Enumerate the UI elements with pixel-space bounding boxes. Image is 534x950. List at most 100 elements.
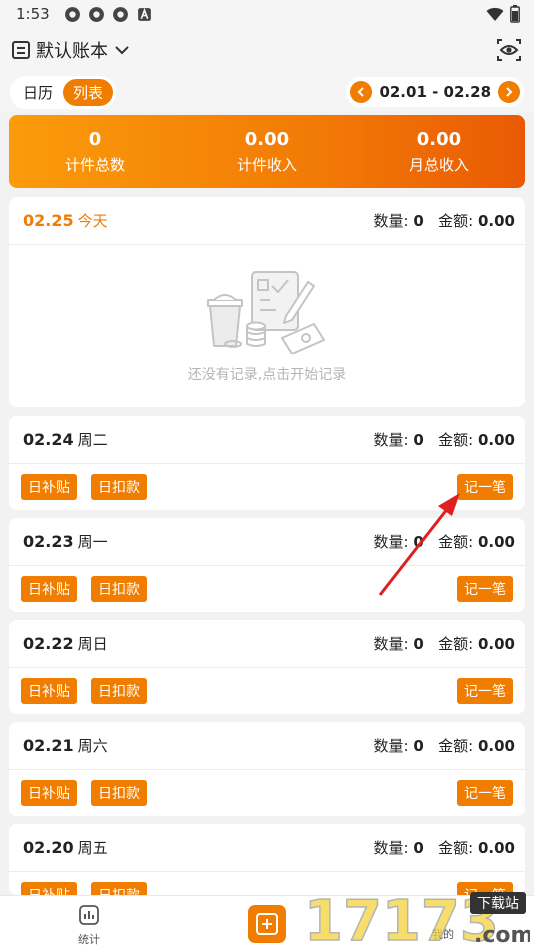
day-actions: 日补贴 日扣款 记一笔 xyxy=(9,464,525,510)
add-record-button[interactable]: 记一笔 xyxy=(457,882,513,895)
prev-month-button[interactable] xyxy=(350,81,373,103)
daily-deduction-button[interactable]: 日扣款 xyxy=(91,780,147,806)
notification-icon xyxy=(112,6,128,22)
day-card: 02.23 周一 数量: 0 金额: 0.00 日补贴 日扣款 记一笔 xyxy=(9,518,525,612)
tab-calendar[interactable]: 日历 xyxy=(13,79,63,106)
top-bar: 默认账本 xyxy=(0,28,534,72)
day-weekday: 周五 xyxy=(77,839,108,857)
quantity-label: 数量: xyxy=(373,635,409,653)
day-stats: 数量: 0 金额: 0.00 xyxy=(374,735,515,756)
summary-label: 月总收入 xyxy=(408,155,469,174)
day-weekday: 今天 xyxy=(77,212,108,230)
daily-deduction-button[interactable]: 日扣款 xyxy=(91,678,147,704)
chevron-down-icon[interactable] xyxy=(114,42,130,58)
day-actions: 日补贴 日扣款 记一笔 xyxy=(9,668,525,714)
quantity-label: 数量: xyxy=(373,839,409,857)
day-date: 02.21 xyxy=(23,736,74,755)
quantity-value: 0 xyxy=(413,431,424,449)
eye-icon[interactable] xyxy=(496,37,522,63)
tab-list[interactable]: 列表 xyxy=(63,78,114,106)
empty-records-illustration xyxy=(207,270,325,354)
add-record-button[interactable]: 记一笔 xyxy=(457,678,513,704)
daily-deduction-button[interactable]: 日扣款 xyxy=(91,576,147,602)
add-record-fab[interactable] xyxy=(248,905,286,943)
nav-mine-label: 我的 xyxy=(432,928,454,941)
nav-stats-label: 统计 xyxy=(78,933,100,946)
add-icon xyxy=(256,913,278,935)
summary-month-income: 0.00 月总收入 xyxy=(353,129,525,175)
book-icon xyxy=(12,41,30,59)
day-date: 02.20 xyxy=(23,838,74,857)
empty-state[interactable]: 还没有记录,点击开始记录 xyxy=(9,245,525,406)
day-card: 02.20 周五 数量: 0 金额: 0.00 日补贴 日扣款 记一笔 xyxy=(9,824,525,895)
nav-stats[interactable]: 统计 xyxy=(72,904,106,947)
day-card: 02.24 周二 数量: 0 金额: 0.00 日补贴 日扣款 记一笔 xyxy=(9,416,525,510)
summary-value: 0 xyxy=(88,128,102,150)
battery-icon xyxy=(510,5,520,23)
day-stats: 数量: 0 金额: 0.00 xyxy=(374,633,515,654)
daily-subsidy-button[interactable]: 日补贴 xyxy=(21,576,77,602)
notification-icon xyxy=(64,6,80,22)
day-header[interactable]: 02.21 周六 数量: 0 金额: 0.00 xyxy=(9,722,525,770)
day-header[interactable]: 02.22 周日 数量: 0 金额: 0.00 xyxy=(9,620,525,668)
amount-label: 金额: xyxy=(438,737,474,755)
day-date: 02.24 xyxy=(23,430,74,449)
view-switch: 日历 列表 xyxy=(10,75,117,109)
daily-deduction-button[interactable]: 日扣款 xyxy=(91,474,147,500)
quantity-label: 数量: xyxy=(373,431,409,449)
daily-subsidy-button[interactable]: 日补贴 xyxy=(21,780,77,806)
chevron-right-icon xyxy=(506,87,513,97)
notification-icon xyxy=(88,6,104,22)
day-date: 02.23 xyxy=(23,532,74,551)
amount-label: 金额: xyxy=(438,839,474,857)
day-card: 02.21 周六 数量: 0 金额: 0.00 日补贴 日扣款 记一笔 xyxy=(9,722,525,816)
view-controls: 日历 列表 02.01 - 02.28 xyxy=(0,72,534,112)
amount-label: 金额: xyxy=(438,431,474,449)
amount-value: 0.00 xyxy=(477,533,515,551)
amount-value: 0.00 xyxy=(477,839,515,857)
amount-value: 0.00 xyxy=(477,737,515,755)
amount-value: 0.00 xyxy=(477,635,515,653)
book-selector[interactable]: 默认账本 xyxy=(36,37,108,63)
day-weekday: 周一 xyxy=(77,533,108,551)
day-header[interactable]: 02.23 周一 数量: 0 金额: 0.00 xyxy=(9,518,525,566)
bottom-nav: 统计 我的 xyxy=(0,895,534,950)
add-record-button[interactable]: 记一笔 xyxy=(457,576,513,602)
amount-value: 0.00 xyxy=(477,431,515,449)
summary-value: 0.00 xyxy=(416,128,462,150)
add-record-button[interactable]: 记一笔 xyxy=(457,474,513,500)
day-stats: 数量: 0 金额: 0.00 xyxy=(374,531,515,552)
day-actions: 日补贴 日扣款 记一笔 xyxy=(9,770,525,816)
daily-subsidy-button[interactable]: 日补贴 xyxy=(21,678,77,704)
summary-piece-count: 0 计件总数 xyxy=(9,129,181,175)
bar-chart-icon xyxy=(79,905,99,925)
day-header[interactable]: 02.24 周二 数量: 0 金额: 0.00 xyxy=(9,416,525,464)
date-range-text: 02.01 - 02.28 xyxy=(379,83,491,101)
day-weekday: 周二 xyxy=(77,431,108,449)
day-date: 02.22 xyxy=(23,634,74,653)
day-actions: 日补贴 日扣款 记一笔 xyxy=(9,566,525,612)
day-stats: 数量: 0 金额: 0.00 xyxy=(374,210,515,231)
day-header[interactable]: 02.20 周五 数量: 0 金额: 0.00 xyxy=(9,824,525,872)
day-header: 02.25 今天 数量: 0 金额: 0.00 xyxy=(9,197,525,245)
summary-label: 计件总数 xyxy=(64,155,125,174)
day-stats: 数量: 0 金额: 0.00 xyxy=(374,837,515,858)
quantity-label: 数量: xyxy=(373,533,409,551)
add-record-button[interactable]: 记一笔 xyxy=(457,780,513,806)
day-weekday: 周日 xyxy=(77,635,108,653)
daily-subsidy-button[interactable]: 日补贴 xyxy=(21,882,77,895)
amount-label: 金额: xyxy=(438,212,474,230)
quantity-value: 0 xyxy=(413,635,424,653)
nav-mine[interactable]: 我的 xyxy=(426,904,460,942)
today-card[interactable]: 02.25 今天 数量: 0 金额: 0.00 还没有记录,点击开始记录 xyxy=(9,197,525,407)
day-card: 02.22 周日 数量: 0 金额: 0.00 日补贴 日扣款 记一笔 xyxy=(9,620,525,714)
amount-label: 金额: xyxy=(438,635,474,653)
daily-deduction-button[interactable]: 日扣款 xyxy=(91,882,147,895)
daily-subsidy-button[interactable]: 日补贴 xyxy=(21,474,77,500)
summary-value: 0.00 xyxy=(244,128,290,150)
next-month-button[interactable] xyxy=(498,81,520,103)
day-weekday: 周六 xyxy=(77,737,108,755)
empty-state-text: 还没有记录,点击开始记录 xyxy=(187,366,347,383)
quantity-label: 数量: xyxy=(373,737,409,755)
amount-label: 金额: xyxy=(438,533,474,551)
